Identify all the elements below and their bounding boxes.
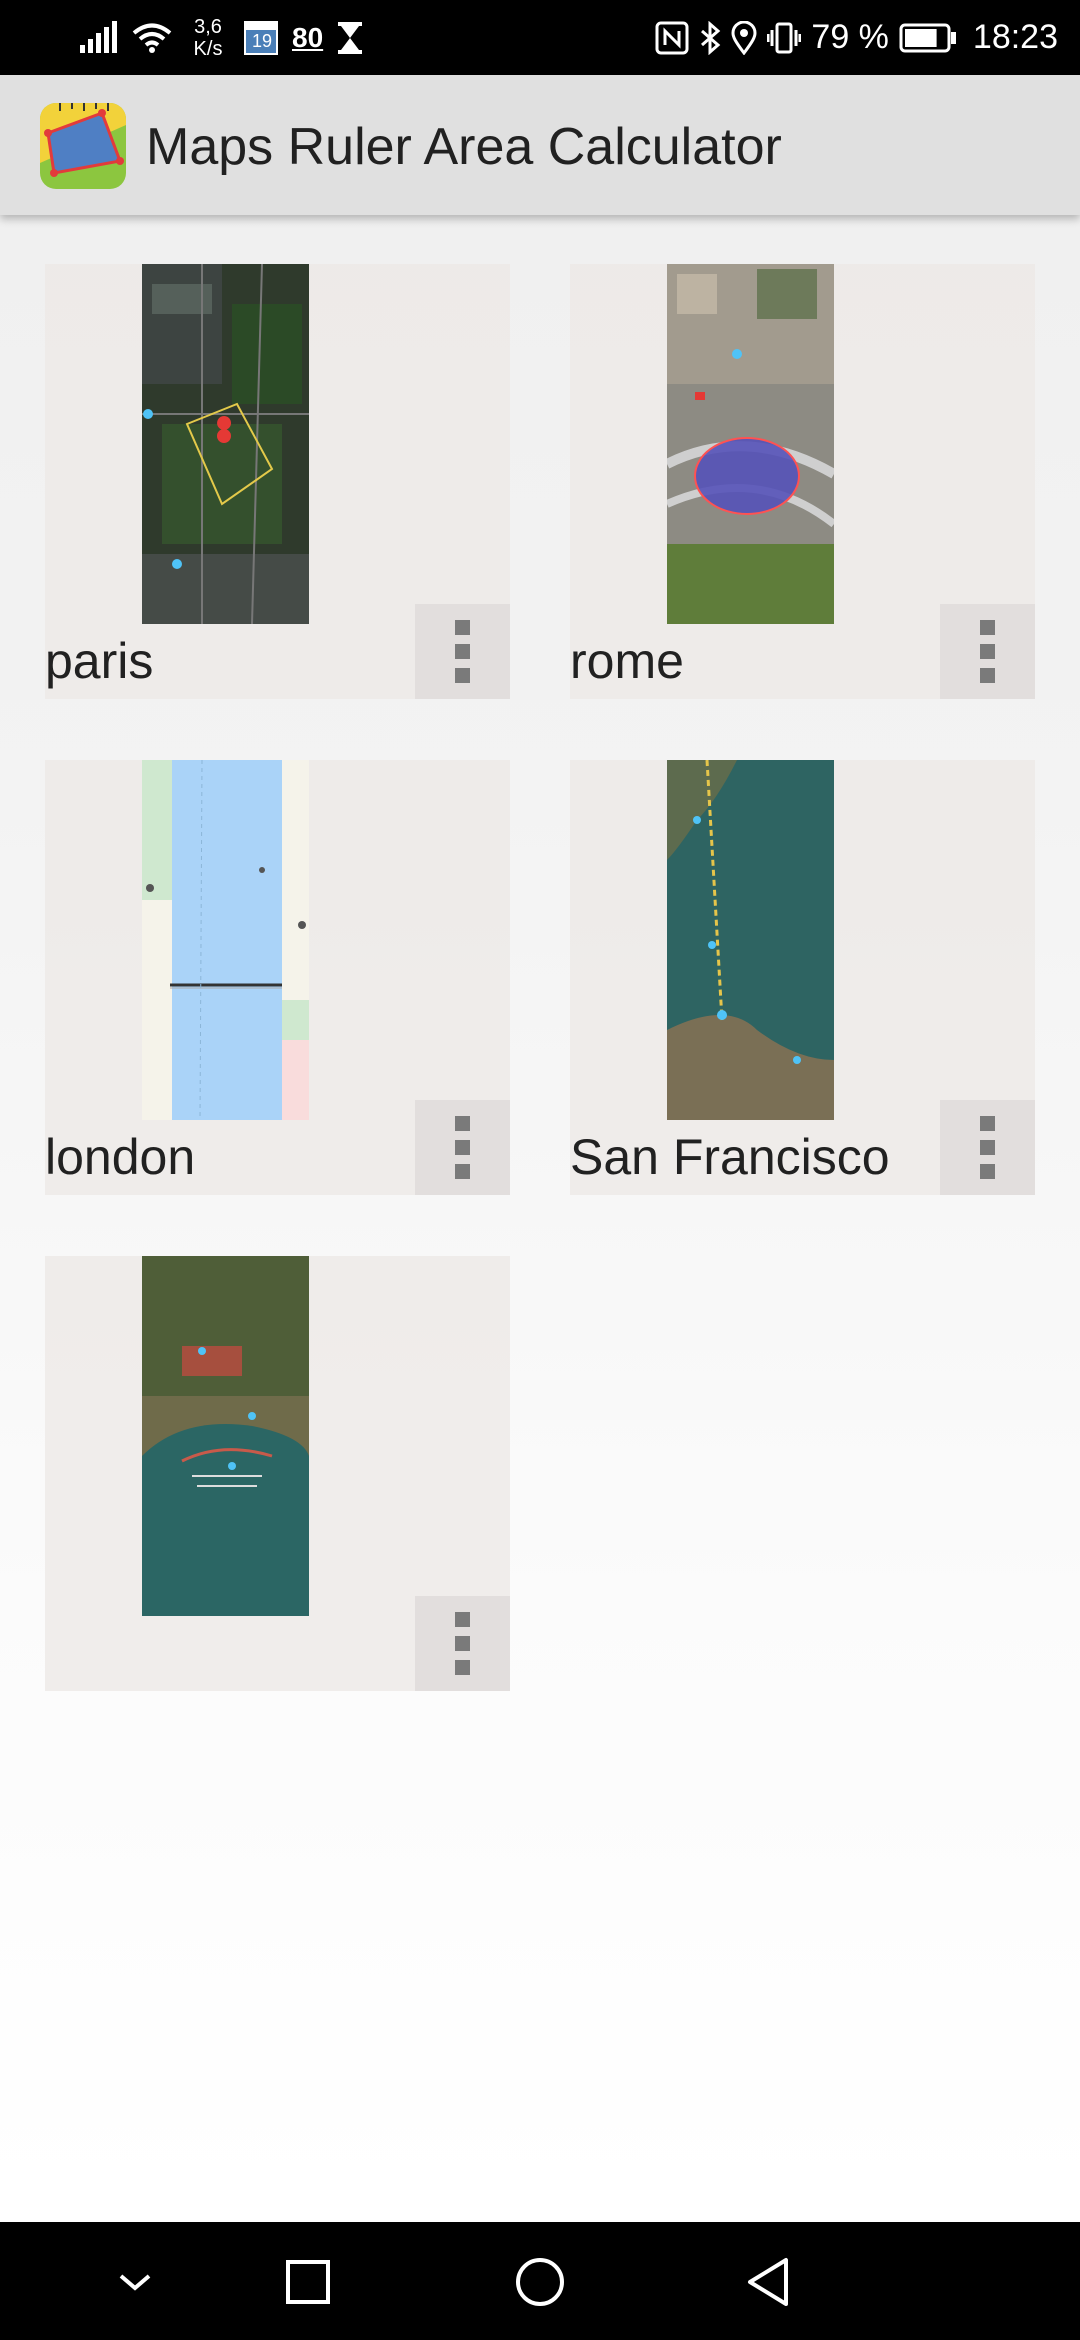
saved-map-card[interactable]: paris	[45, 264, 510, 699]
calendar-day: 19	[252, 30, 273, 51]
wifi-icon	[132, 22, 172, 54]
battery-percent: 79 %	[811, 18, 889, 56]
home-icon[interactable]	[500, 2242, 580, 2322]
calendar-icon: 19	[244, 20, 278, 56]
more-options-button[interactable]	[415, 604, 510, 699]
map-thumbnail[interactable]	[142, 1256, 309, 1616]
saved-map-card[interactable]: San Francisco	[570, 760, 1035, 1195]
vibrate-icon	[767, 21, 802, 55]
collapse-icon[interactable]	[95, 2242, 175, 2322]
app-title: Maps Ruler Area Calculator	[146, 118, 782, 176]
more-options-button[interactable]	[940, 1100, 1035, 1195]
saved-map-card[interactable]: london	[45, 760, 510, 1195]
saved-map-card[interactable]: rome	[570, 264, 1035, 699]
map-label: paris	[45, 633, 154, 689]
hourglass-icon	[337, 21, 363, 55]
map-thumbnail[interactable]	[667, 264, 834, 624]
more-options-button[interactable]	[415, 1100, 510, 1195]
nfc-icon	[655, 21, 689, 55]
signal-icon	[78, 20, 118, 55]
app-ruler-icon	[40, 103, 126, 189]
network-speed: 3,6 K/s	[193, 15, 223, 60]
more-options-button[interactable]	[940, 604, 1035, 699]
status-bar: 3,6 K/s 19 80 79 % 18:23	[0, 0, 1080, 75]
saved-map-card[interactable]	[45, 1256, 510, 1691]
map-thumbnail[interactable]	[667, 760, 834, 1120]
bluetooth-icon	[699, 20, 721, 55]
map-label: San Francisco	[570, 1129, 890, 1185]
notification-count: 80	[292, 21, 324, 53]
more-options-button[interactable]	[415, 1596, 510, 1691]
map-thumbnail[interactable]	[142, 264, 309, 624]
navigation-bar	[0, 2222, 1080, 2340]
map-label: rome	[570, 633, 684, 689]
back-icon[interactable]	[730, 2242, 810, 2322]
clock: 18:23	[972, 18, 1058, 56]
map-label: london	[45, 1129, 196, 1185]
recents-icon[interactable]	[268, 2242, 348, 2322]
location-icon	[731, 20, 757, 55]
app-bar: Maps Ruler Area Calculator	[0, 75, 1080, 215]
battery-icon	[899, 23, 957, 53]
map-thumbnail[interactable]	[142, 760, 309, 1120]
